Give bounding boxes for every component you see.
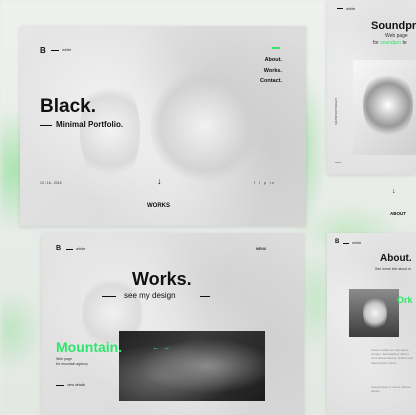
project-title[interactable]: Mountain.	[56, 339, 122, 355]
subtitle-dash	[40, 125, 52, 126]
nav-about[interactable]: About.	[250, 57, 282, 63]
view-details-link[interactable]: view details	[67, 383, 85, 387]
soundpro-scroll-icon[interactable]: ↓	[392, 188, 396, 195]
project-desc-line2: for mountain agency	[56, 362, 88, 366]
soundpro-project-image[interactable]	[353, 60, 416, 155]
about-title: About.	[380, 253, 412, 264]
project-nav-arrows-icon[interactable]: ← →	[152, 343, 170, 352]
sound-bottom-dash	[335, 162, 341, 163]
about-green-word: Ork	[397, 295, 413, 305]
about-section-label[interactable]: ABOUT	[390, 211, 406, 216]
works-right-dash	[200, 296, 210, 297]
portrait-figure	[363, 295, 387, 331]
about-paragraph-1: Fusce a tellus ac velit varius congue. S…	[371, 348, 414, 365]
works-left-dash	[102, 296, 116, 297]
about-paragraph-2: Suspendisse in metus ultrices sapien.	[371, 385, 411, 394]
hero-subtitle: Minimal Portfolio.	[56, 120, 124, 129]
nav-contact[interactable]: Contact.	[242, 78, 282, 84]
logo-dash	[51, 50, 59, 51]
nav-accent-line	[272, 47, 280, 49]
soundpro-title: Soundpr	[371, 20, 416, 32]
about-logo-dash	[343, 243, 349, 244]
works-logo-word: white	[76, 246, 86, 251]
social-links[interactable]: f t p in	[254, 181, 276, 185]
logo-word: white	[62, 47, 72, 52]
about-portrait-image	[349, 289, 399, 337]
works-section-label[interactable]: WORKS	[147, 203, 170, 209]
project-desc-line1: Web page	[56, 357, 72, 361]
works-title: Works.	[132, 269, 192, 289]
sound-logo-dash	[337, 8, 343, 9]
view-dash	[56, 385, 64, 386]
about-logo-word: white	[352, 240, 362, 245]
sound-logo-word: white	[346, 6, 356, 11]
works-logo-dash	[66, 249, 73, 250]
hero-sculpture-image	[150, 66, 260, 186]
soundpro-preview-card: white Soundpr Web page for soundpro te S…	[327, 0, 416, 174]
works-subtitle: see my design	[124, 291, 176, 300]
soundpro-sculpture-image	[363, 70, 413, 140]
about-logo-letter: B	[335, 239, 340, 245]
hero-preview-card: B white About. Works. Contact. Black. Mi…	[20, 26, 306, 226]
scroll-down-icon[interactable]: ↓	[157, 176, 162, 186]
hero-date: 12 / 16 - 2015	[40, 181, 62, 185]
hero-title: Black.	[40, 96, 96, 117]
hero-figure-image	[80, 76, 140, 186]
soundpro-side-label: SOUNDPRO PROJECT	[335, 98, 338, 125]
works-preview-card: B white MENU Works. see my design Mounta…	[42, 233, 304, 415]
soundpro-sub1: Web page	[385, 33, 408, 39]
menu-button[interactable]: MENU	[256, 247, 266, 251]
about-subtitle: See some info about m	[375, 267, 411, 271]
logo-letter[interactable]: B	[40, 46, 46, 55]
mountain-project-image[interactable]	[119, 331, 265, 401]
nav-works[interactable]: Works.	[250, 68, 282, 74]
soundpro-sub2: for soundpro te	[373, 40, 407, 46]
works-logo-letter[interactable]: B	[56, 245, 61, 252]
about-preview-card: B white About. See some info about m Ork…	[327, 233, 416, 415]
